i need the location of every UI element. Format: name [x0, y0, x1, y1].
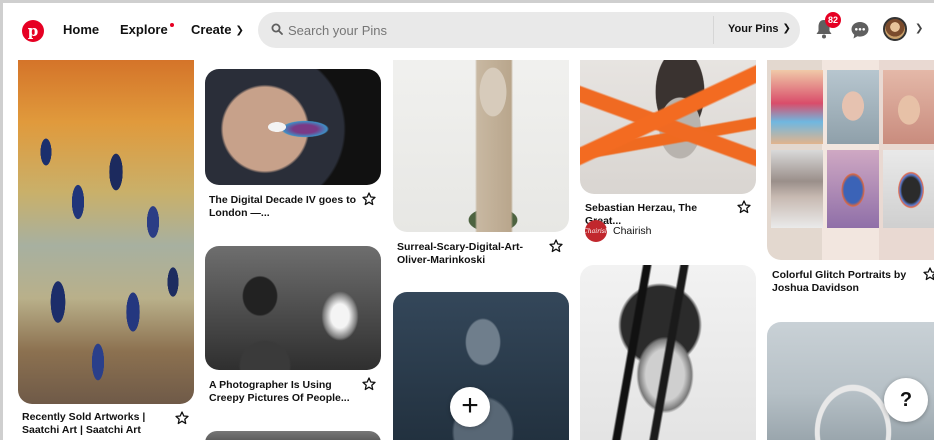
pin-title[interactable]: Sebastian Herzau, The Great...	[585, 202, 735, 228]
collage-tile	[883, 150, 934, 228]
pin-image-photographer[interactable]	[205, 246, 381, 370]
collage-tile	[827, 150, 879, 228]
search-icon	[271, 23, 283, 35]
messages-icon[interactable]	[850, 20, 870, 40]
explore-new-dot	[169, 23, 174, 27]
chevron-down-icon: ❯	[782, 23, 791, 34]
pin-title[interactable]: Colorful Glitch Portraits by Joshua Davi…	[772, 269, 922, 295]
pin-image-sebastian-herzau[interactable]	[580, 52, 756, 194]
notifications-count-badge: 82	[825, 12, 842, 28]
search-scope-dropdown[interactable]: Your Pins ❯	[728, 23, 791, 35]
nav-create[interactable]: Create ❯	[191, 22, 244, 37]
pin-image-glitch-collage[interactable]	[767, 52, 934, 260]
nav-explore[interactable]: Explore	[120, 22, 174, 37]
top-nav-bar: p Home Explore Create❯ Your Pins❯ 82 ❯	[0, 0, 934, 60]
pin-title[interactable]: The Digital Decade IV goes to London —..…	[209, 194, 357, 220]
pin-image-surreal[interactable]	[393, 52, 569, 232]
pin-title[interactable]: Surreal-Scary-Digital-Art-Oliver-Marinko…	[397, 241, 537, 267]
pin-image-glitch-portrait[interactable]	[580, 265, 756, 440]
search-input[interactable]	[288, 20, 688, 40]
star-icon[interactable]	[362, 377, 376, 391]
pin-title[interactable]: Recently Sold Artworks | Saatchi Art | S…	[22, 411, 172, 437]
profile-avatar[interactable]	[883, 17, 907, 41]
chevron-down-icon: ❯	[235, 25, 244, 36]
pin-image-saatchi-art[interactable]	[18, 52, 194, 404]
star-icon[interactable]	[362, 192, 376, 206]
collage-tile	[771, 150, 823, 228]
help-button[interactable]: ?	[884, 378, 928, 422]
account-chevron-down-icon[interactable]: ❯	[915, 23, 923, 34]
collage-tile	[883, 70, 934, 144]
search-divider	[713, 16, 714, 44]
star-icon[interactable]	[549, 239, 563, 253]
pin-title[interactable]: A Photographer Is Using Creepy Pictures …	[209, 379, 357, 405]
pin-source-name[interactable]: Chairish	[613, 225, 652, 237]
chairish-logo[interactable]: Chairish	[583, 220, 609, 242]
search-bar[interactable]: Your Pins❯	[258, 12, 800, 48]
pinterest-logo[interactable]: p	[22, 20, 44, 42]
nav-home[interactable]: Home	[63, 22, 99, 37]
collage-tile	[771, 70, 823, 144]
star-icon[interactable]	[923, 267, 934, 281]
pin-image-digital-decade[interactable]	[205, 69, 381, 185]
star-icon[interactable]	[737, 200, 751, 214]
star-icon[interactable]	[175, 411, 189, 425]
add-pin-button[interactable]: +	[450, 387, 490, 427]
collage-tile	[827, 70, 879, 144]
pin-image-partial[interactable]	[205, 431, 381, 440]
